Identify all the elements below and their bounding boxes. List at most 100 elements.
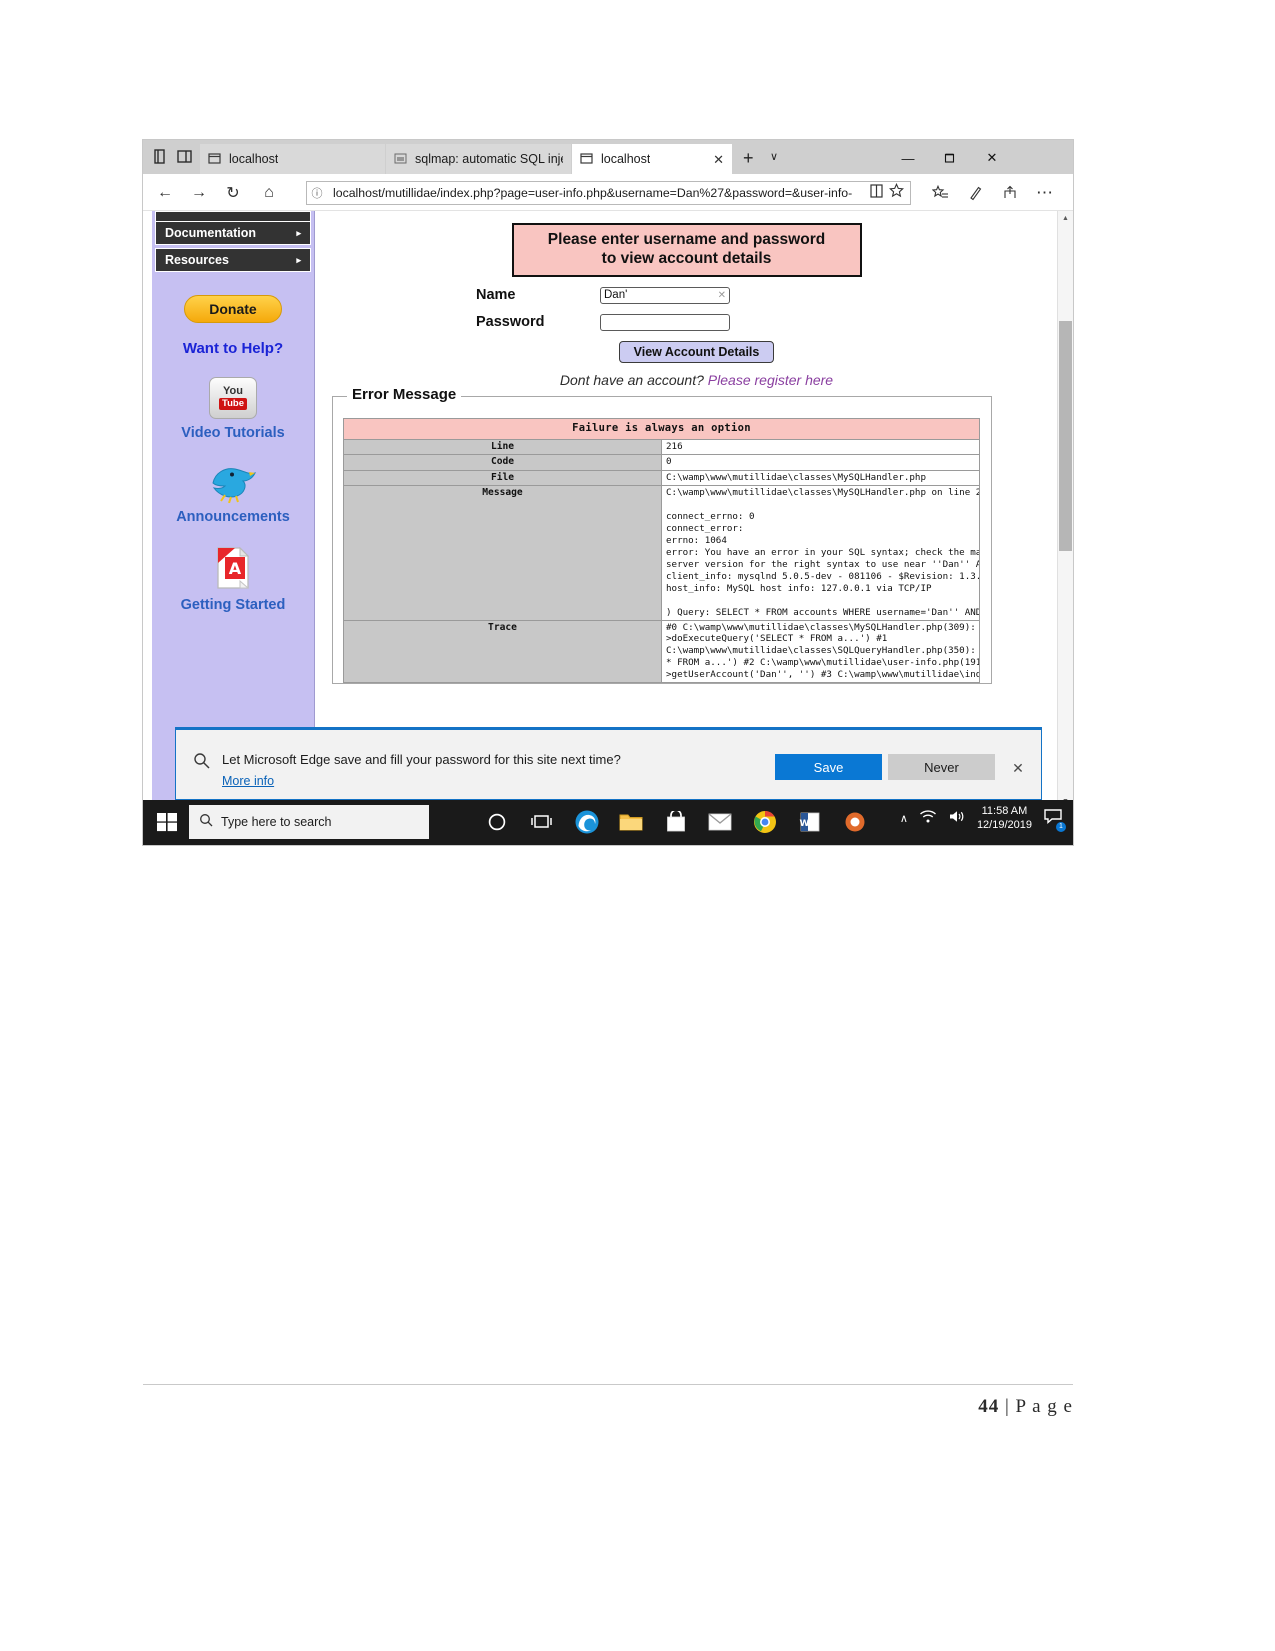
action-center-icon[interactable]: 1 bbox=[1043, 807, 1066, 833]
back-button[interactable]: ← bbox=[154, 182, 176, 204]
page-word: P a g e bbox=[1015, 1396, 1073, 1417]
password-row: Password bbox=[315, 313, 1058, 331]
tab-label: sqlmap: automatic SQL inje bbox=[415, 152, 563, 166]
url-bar[interactable]: ⓘ localhost/mutillidae/index.php?page=us… bbox=[306, 181, 911, 205]
name-input[interactable]: Dan' ✕ bbox=[600, 286, 730, 304]
never-save-password-button[interactable]: Never bbox=[888, 754, 995, 780]
error-message-fieldset: Error Message Failure is always an optio… bbox=[332, 386, 992, 685]
new-tab-button[interactable]: + bbox=[743, 149, 754, 167]
youtube-you-text: You bbox=[223, 385, 243, 397]
cortana-icon[interactable] bbox=[482, 807, 512, 837]
row-value: C:\wamp\www\mutillidae\classes\MySQLHand… bbox=[661, 485, 980, 621]
page-number-footer: 44 | P a g e bbox=[978, 1396, 1073, 1418]
page-icon bbox=[394, 152, 408, 166]
more-info-link[interactable]: More info bbox=[222, 774, 274, 788]
banner-line-2: to view account details bbox=[601, 249, 772, 267]
promo-label: Announcements bbox=[176, 509, 290, 525]
notes-icon[interactable] bbox=[963, 182, 987, 204]
table-row-title: Failure is always an option bbox=[343, 418, 980, 440]
view-account-details-button[interactable]: View Account Details bbox=[618, 340, 775, 363]
microsoft-store-icon[interactable] bbox=[661, 807, 691, 837]
maximize-button[interactable] bbox=[933, 146, 967, 170]
sidebar-item-documentation[interactable]: Documentation ▸ bbox=[155, 221, 311, 245]
sidebar-item-resources[interactable]: Resources ▸ bbox=[155, 248, 311, 272]
sidebar-item-label: Resources bbox=[165, 253, 229, 267]
set-tabs-aside-icon[interactable] bbox=[151, 147, 171, 167]
want-to-help-heading: Want to Help? bbox=[182, 340, 284, 357]
vertical-scrollbar[interactable]: ▲ ▼ bbox=[1057, 211, 1073, 809]
edge-icon[interactable] bbox=[572, 807, 602, 837]
name-label: Name bbox=[476, 287, 516, 304]
name-input-value: Dan' bbox=[604, 289, 628, 302]
tray-chevron-up-icon[interactable]: ∧ bbox=[900, 812, 908, 825]
tab-strip: localhost sqlmap: automatic SQL inje loc… bbox=[143, 140, 1073, 174]
browser-tab-1[interactable]: localhost bbox=[200, 144, 385, 174]
system-tray: ∧ 11:58 AM 12/19/2019 1 bbox=[900, 805, 1066, 833]
close-window-button[interactable]: ✕ bbox=[975, 146, 1009, 170]
promo-label: Video Tutorials bbox=[181, 425, 285, 441]
info-icon[interactable]: ⓘ bbox=[307, 185, 327, 201]
scroll-up-icon[interactable]: ▲ bbox=[1058, 211, 1073, 226]
word-icon[interactable]: W bbox=[795, 807, 825, 837]
wifi-icon[interactable] bbox=[919, 809, 937, 829]
windows-start-button[interactable] bbox=[154, 809, 180, 835]
home-button[interactable]: ⌂ bbox=[258, 182, 280, 204]
browser-tab-3-active[interactable]: localhost ✕ bbox=[572, 144, 732, 174]
twitter-bird-icon bbox=[205, 461, 261, 504]
taskbar-clock[interactable]: 11:58 AM 12/19/2019 bbox=[977, 805, 1032, 833]
task-view-icon[interactable] bbox=[527, 807, 557, 837]
more-icon[interactable]: ⋯ bbox=[1033, 182, 1057, 204]
windows-taskbar: Type here to search W ∧ 11:58 AM 12/19/2… bbox=[143, 800, 1073, 845]
star-icon[interactable] bbox=[889, 182, 904, 203]
tabs-you-have-set-aside-icon[interactable] bbox=[175, 147, 195, 167]
banner-line-1: Please enter username and password bbox=[547, 231, 826, 248]
close-tab-icon[interactable]: ✕ bbox=[707, 153, 724, 166]
page-viewport: Documentation ▸ Resources ▸ Donate Want … bbox=[143, 211, 1073, 809]
table-row: Line 216 bbox=[343, 438, 980, 456]
scrollbar-thumb[interactable] bbox=[1059, 321, 1072, 551]
forward-button[interactable]: → bbox=[188, 182, 210, 204]
file-explorer-icon[interactable] bbox=[616, 807, 646, 837]
site-sidebar: Documentation ▸ Resources ▸ Donate Want … bbox=[152, 211, 315, 809]
burp-suite-icon[interactable] bbox=[840, 807, 870, 837]
register-link[interactable]: Please register here bbox=[708, 372, 833, 388]
reading-view-icon[interactable] bbox=[870, 183, 883, 203]
sidebar-item-others-cutoff[interactable] bbox=[155, 211, 311, 221]
refresh-button[interactable]: ↻ bbox=[222, 182, 244, 204]
share-icon[interactable] bbox=[998, 182, 1022, 204]
search-input[interactable]: Type here to search bbox=[189, 805, 429, 839]
url-text: localhost/mutillidae/index.php?page=user… bbox=[333, 186, 853, 200]
favorites-hub-icon[interactable] bbox=[928, 182, 952, 204]
row-key: File bbox=[343, 469, 662, 487]
browser-tab-2[interactable]: sqlmap: automatic SQL inje bbox=[386, 144, 571, 174]
mail-icon[interactable] bbox=[705, 807, 735, 837]
svg-text:A: A bbox=[229, 559, 242, 578]
promo-announcements[interactable]: Announcements bbox=[152, 461, 314, 525]
save-password-button[interactable]: Save bbox=[775, 754, 882, 780]
name-row: Name Dan' ✕ bbox=[315, 286, 1058, 304]
clear-icon[interactable]: ✕ bbox=[718, 290, 726, 301]
speaker-icon[interactable] bbox=[948, 809, 966, 829]
chevron-right-icon: ▸ bbox=[296, 227, 301, 238]
donate-button[interactable]: Donate bbox=[184, 295, 282, 323]
password-label: Password bbox=[476, 314, 545, 331]
chrome-icon[interactable] bbox=[750, 807, 780, 837]
password-input[interactable] bbox=[600, 313, 730, 331]
row-value: 0 bbox=[661, 454, 980, 471]
promo-getting-started[interactable]: A Getting Started bbox=[152, 545, 314, 613]
promo-video-tutorials[interactable]: You Tube Video Tutorials bbox=[152, 377, 314, 441]
row-value: #0 C:\wamp\www\mutillidae\classes\MySQLH… bbox=[661, 619, 980, 684]
row-value: C:\wamp\www\mutillidae\classes\MySQLHand… bbox=[661, 469, 980, 487]
chevron-down-icon[interactable]: ∨ bbox=[770, 152, 778, 163]
table-row: Code 0 bbox=[343, 454, 980, 471]
login-banner: Please enter username and password to vi… bbox=[511, 223, 862, 277]
page-content: Please enter username and password to vi… bbox=[315, 211, 1058, 809]
close-notification-icon[interactable]: ✕ bbox=[1008, 758, 1028, 778]
youtube-icon: You Tube bbox=[209, 377, 257, 419]
page-separator: | bbox=[1004, 1396, 1010, 1417]
youtube-tube-text: Tube bbox=[219, 398, 247, 410]
clock-time: 11:58 AM bbox=[981, 805, 1028, 817]
minimize-button[interactable]: — bbox=[891, 146, 925, 170]
address-bar: ← → ↻ ⌂ ⓘ localhost/mutillidae/index.php… bbox=[143, 174, 1073, 211]
table-row: Trace #0 C:\wamp\www\mutillidae\classes\… bbox=[343, 619, 980, 684]
